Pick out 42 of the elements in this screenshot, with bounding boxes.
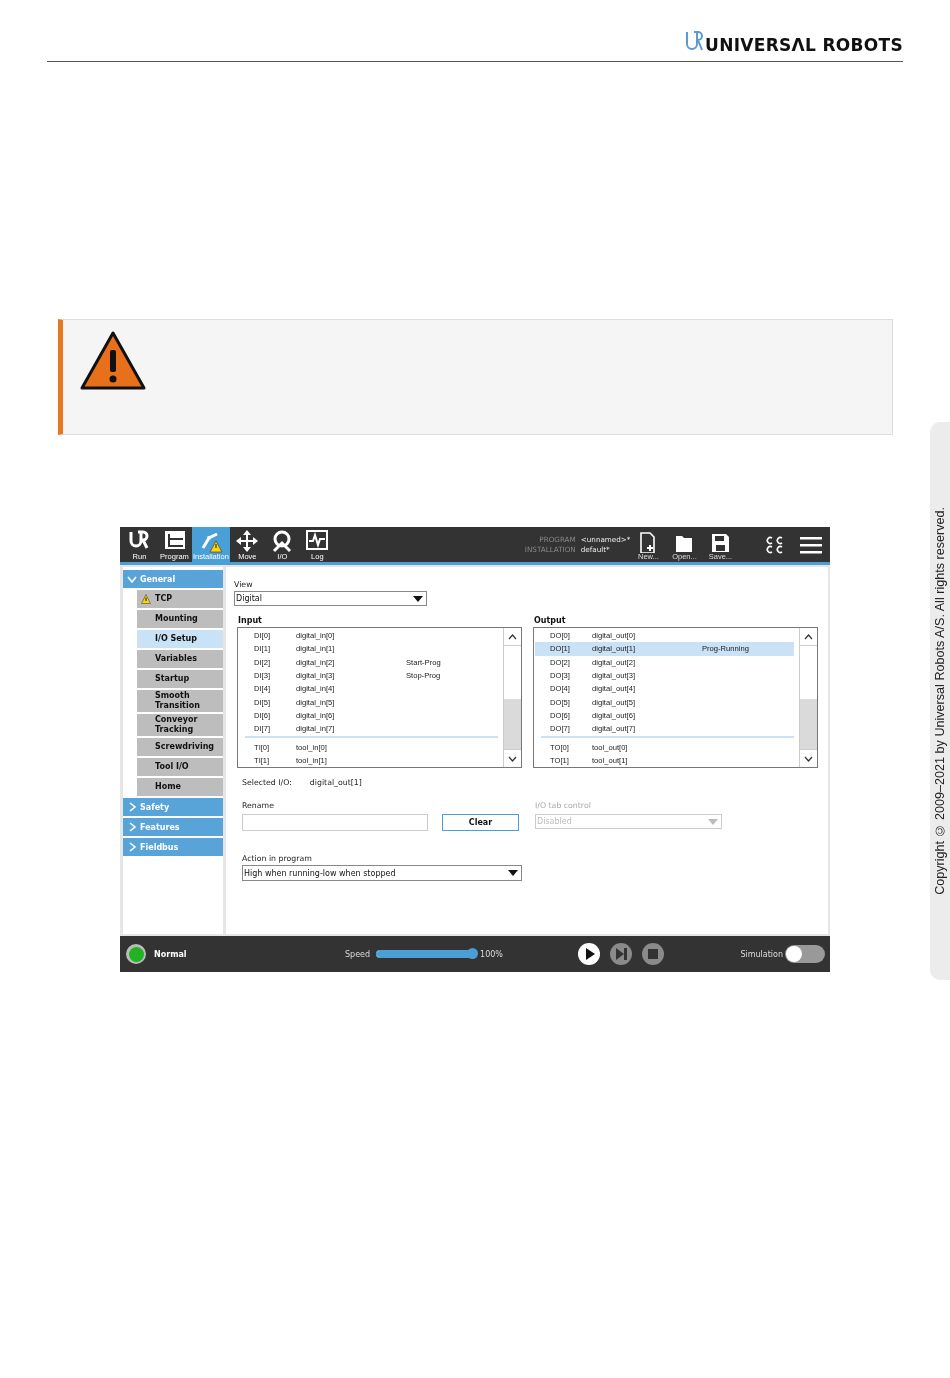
menu-icon <box>800 535 822 554</box>
file-plus-icon <box>639 532 658 553</box>
sidebar-item[interactable]: I/O Setup <box>137 630 223 648</box>
status-light[interactable] <box>126 944 146 964</box>
brand-name: UNIVERSΛL ROBOTS <box>705 35 903 55</box>
action-dropdown[interactable]: High when running-low when stopped <box>242 865 522 881</box>
chevron-up-icon <box>508 633 517 640</box>
sidebar-item[interactable]: Smooth Transition <box>137 690 223 712</box>
sidebar-item[interactable]: TCP <box>137 590 223 608</box>
sidebar-item[interactable]: Variables <box>137 650 223 668</box>
dropdown-arrow-icon <box>508 870 518 876</box>
dropdown-arrow-icon <box>413 595 423 602</box>
list-title: Input <box>237 616 263 626</box>
sidebar-item[interactable]: Startup <box>137 670 223 688</box>
simulation-label: Simulation <box>740 949 783 959</box>
scrollbar[interactable] <box>799 628 817 767</box>
chevron-up-icon <box>804 633 813 640</box>
logo-icon <box>685 31 704 51</box>
sidebar-item[interactable]: Screwdriving <box>137 738 223 756</box>
view-dropdown[interactable]: Digital <box>234 591 427 606</box>
speed-value: 100% <box>480 949 503 959</box>
playback-button[interactable] <box>578 943 600 965</box>
copyright-text: Copyright © 2009–2021 by Universal Robots A/S. All rights reserved. <box>933 507 947 895</box>
clear-button[interactable]: Clear <box>442 814 519 831</box>
scrollbar[interactable] <box>503 628 521 767</box>
list-title: Output <box>533 616 567 626</box>
status-text: Normal <box>154 949 187 959</box>
chevron-down-icon <box>508 755 517 762</box>
sidebar-item[interactable]: Home <box>137 778 223 796</box>
sidebar-item[interactable]: Mounting <box>137 610 223 628</box>
speed-slider[interactable] <box>376 950 475 958</box>
simulation-toggle[interactable] <box>785 945 825 963</box>
sidebar-item[interactable]: Tool I/O <box>137 758 223 776</box>
dropdown-arrow-icon <box>708 818 718 825</box>
warning-icon <box>79 330 147 392</box>
sidebar-item[interactable]: Conveyor Tracking <box>137 714 223 736</box>
waveform-icon <box>305 529 330 553</box>
speed-label: Speed <box>345 949 371 959</box>
rename-field[interactable] <box>242 814 428 831</box>
chevron-down-icon <box>804 755 813 762</box>
chevron-down-icon <box>127 574 137 584</box>
move-arrows-icon <box>235 529 260 553</box>
